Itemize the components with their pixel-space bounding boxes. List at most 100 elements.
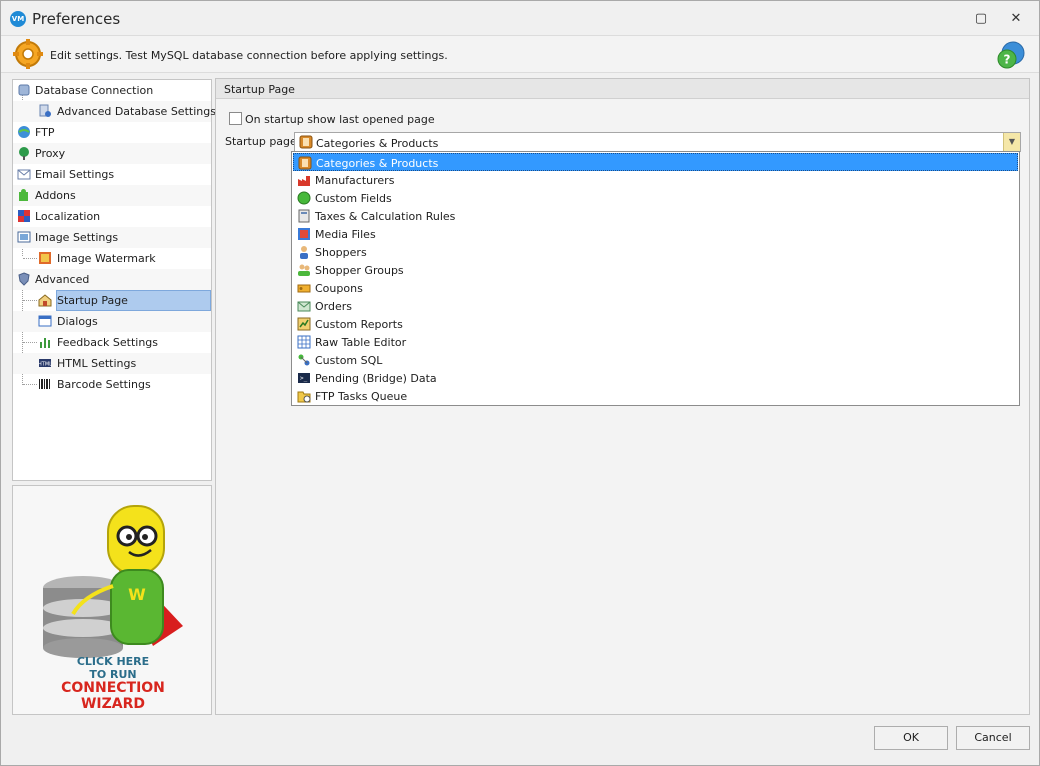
nav-item-image-settings[interactable]: Image Settings <box>13 227 211 248</box>
flag-icon <box>18 210 30 222</box>
green-circle-icon <box>297 191 311 205</box>
dropdown-option-label: Raw Table Editor <box>315 336 407 349</box>
dropdown-option-taxes-calculation-rules[interactable]: Taxes & Calculation Rules <box>293 207 1018 225</box>
puzzle-icon <box>19 189 28 201</box>
startup-page-value: Categories & Products <box>316 137 439 150</box>
nav-item-label: Barcode Settings <box>57 378 151 391</box>
nav-item-advanced[interactable]: Advanced <box>13 269 211 290</box>
barcode-icon <box>39 379 50 389</box>
nav-item-proxy[interactable]: Proxy <box>13 143 211 164</box>
dropdown-option-media-files[interactable]: Media Files <box>293 225 1018 243</box>
title-bar: VM Preferences ▢ ✕ <box>1 1 1039 35</box>
nav-item-label: Localization <box>35 210 101 223</box>
show-last-page-label: On startup show last opened page <box>245 113 435 126</box>
show-last-page-checkbox[interactable] <box>229 112 242 125</box>
nav-item-email-settings[interactable]: Email Settings <box>13 164 211 185</box>
orders-icon <box>297 301 311 312</box>
startup-page-label: Startup page <box>225 135 297 148</box>
nav-item-feedback-settings[interactable]: Feedback Settings <box>13 332 211 353</box>
database-settings-icon <box>39 104 51 117</box>
dropdown-option-orders[interactable]: Orders <box>293 297 1018 315</box>
folder-clock-icon <box>297 391 311 403</box>
panel-header: Startup Page <box>216 79 1029 99</box>
dropdown-option-label: FTP Tasks Queue <box>315 390 408 403</box>
dropdown-option-label: Pending (Bridge) Data <box>315 372 437 385</box>
connection-wizard-banner[interactable]: W CLICK HERE TO RUN CONNECTION WIZARD <box>12 485 212 715</box>
startup-page-select[interactable]: Categories & Products ▼ <box>294 132 1021 152</box>
nav-item-label: Advanced <box>35 273 90 286</box>
envelope-icon <box>17 169 31 180</box>
dropdown-option-label: Manufacturers <box>315 174 395 187</box>
nav-item-label: FTP <box>35 126 55 139</box>
dropdown-option-label: Taxes & Calculation Rules <box>315 210 456 223</box>
info-bar: Edit settings. Test MySQL database conne… <box>1 35 1039 73</box>
chart-icon <box>40 338 50 348</box>
chevron-down-icon[interactable]: ▼ <box>1003 133 1020 151</box>
help-icon[interactable]: ? <box>996 40 1026 70</box>
dropdown-option-custom-reports[interactable]: Custom Reports <box>293 315 1018 333</box>
app-logo-icon: VM <box>10 11 26 27</box>
dropdown-option-categories-products[interactable]: Categories & Products <box>293 153 1018 171</box>
settings-gear-icon <box>13 39 43 69</box>
dropdown-option-raw-table-editor[interactable]: Raw Table Editor <box>293 333 1018 351</box>
report-icon <box>297 317 311 331</box>
nav-item-label: HTML Settings <box>57 357 137 370</box>
watermark-icon <box>39 252 51 264</box>
panel-title: Startup Page <box>224 83 295 96</box>
svg-text:>_: >_ <box>300 375 308 382</box>
media-icon <box>298 228 310 240</box>
nav-item-database-connection[interactable]: Database Connection <box>13 80 211 101</box>
dropdown-option-label: Shoppers <box>315 246 367 259</box>
dropdown-option-custom-sql[interactable]: Custom SQL <box>293 351 1018 369</box>
dropdown-option-label: Custom Fields <box>315 192 392 205</box>
dropdown-option-label: Custom Reports <box>315 318 403 331</box>
nav-item-barcode-settings[interactable]: Barcode Settings <box>13 374 211 395</box>
nav-item-localization[interactable]: Localization <box>13 206 211 227</box>
nav-item-label: Proxy <box>35 147 66 160</box>
database-icon <box>18 84 30 96</box>
dropdown-option-manufacturers[interactable]: Manufacturers <box>293 171 1018 189</box>
nav-item-dialogs[interactable]: Dialogs <box>13 311 211 332</box>
wizard-text-line1: CLICK HERE <box>76 655 150 668</box>
wizard-text-line4: WIZARD <box>80 696 146 712</box>
nav-item-ftp[interactable]: FTP <box>13 122 211 143</box>
nav-item-label: Email Settings <box>35 168 115 181</box>
dropdown-option-shopper-groups[interactable]: Shopper Groups <box>293 261 1018 279</box>
nav-item-label: Dialogs <box>57 315 98 328</box>
dialog-icon <box>38 315 52 327</box>
info-text: Edit settings. Test MySQL database conne… <box>50 49 448 62</box>
close-button[interactable]: ✕ <box>1007 10 1025 28</box>
nav-item-label: Startup Page <box>57 294 128 307</box>
home-icon <box>38 294 52 307</box>
nav-item-advanced-database-settings[interactable]: Advanced Database Settings <box>13 101 216 122</box>
svg-text:W: W <box>128 585 146 604</box>
image-icon <box>17 231 31 243</box>
nav-item-label: Image Watermark <box>57 252 156 265</box>
nav-item-startup-page[interactable]: Startup Page <box>13 290 211 311</box>
restore-button[interactable]: ▢ <box>972 10 990 28</box>
settings-tree: Database Connection Advanced Database Set… <box>12 79 216 481</box>
svg-text:?: ? <box>1004 53 1011 67</box>
dropdown-option-shoppers[interactable]: Shoppers <box>293 243 1018 261</box>
dropdown-option-coupons[interactable]: Coupons <box>293 279 1018 297</box>
nav-item-addons[interactable]: Addons <box>13 185 211 206</box>
wizard-text-line3: CONNECTION <box>61 680 165 696</box>
preferences-window: VM Preferences ▢ ✕ Edit settings. Test M… <box>0 0 1040 766</box>
window-title: Preferences <box>32 10 121 28</box>
proxy-icon <box>19 147 29 160</box>
dropdown-option-ftp-tasks-queue[interactable]: FTP Tasks Queue <box>293 387 1018 405</box>
dropdown-option-custom-fields[interactable]: Custom Fields <box>293 189 1018 207</box>
categories-icon <box>299 135 313 149</box>
dropdown-option-label: Media Files <box>315 228 376 241</box>
cancel-button[interactable]: Cancel <box>956 726 1030 750</box>
dropdown-option-pending-bridge-data[interactable]: >_ Pending (Bridge) Data <box>293 369 1018 387</box>
globe-icon <box>18 126 30 138</box>
ok-button[interactable]: OK <box>874 726 948 750</box>
terminal-icon: >_ <box>298 373 310 383</box>
coupon-icon <box>297 284 311 293</box>
nav-item-html-settings[interactable]: HTML HTML Settings <box>13 353 211 374</box>
nav-item-label: Advanced Database Settings <box>57 105 216 118</box>
user-icon <box>300 246 308 259</box>
nav-item-image-watermark[interactable]: Image Watermark <box>13 248 211 269</box>
dropdown-option-label: Custom SQL <box>315 354 383 367</box>
